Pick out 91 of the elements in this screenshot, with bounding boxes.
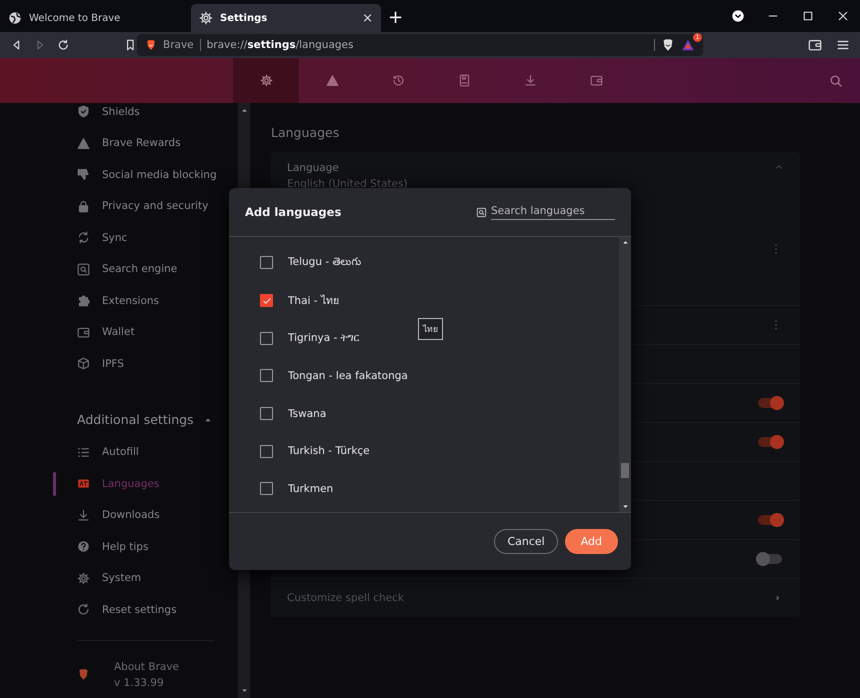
- list-icon: [77, 446, 90, 459]
- wallet-icon: [590, 74, 602, 87]
- setting-value: English (United States): [287, 178, 408, 190]
- cube-icon: [77, 357, 90, 370]
- reload-icon[interactable]: [57, 38, 70, 52]
- reset-icon: [77, 603, 90, 616]
- dialog-title: Add languages: [245, 205, 342, 219]
- triangle-icon[interactable]: [681, 38, 695, 52]
- language-label: Turkmen: [288, 482, 334, 495]
- globe-icon: [8, 11, 22, 25]
- section-title: Languages: [271, 125, 340, 140]
- sidebar-item[interactable]: Reset settings: [53, 594, 238, 626]
- sidebar-item[interactable]: Downloads: [53, 500, 238, 531]
- checkbox[interactable]: [260, 256, 273, 270]
- checkbox[interactable]: [260, 407, 273, 420]
- language-label: Tongan - lea fakatonga: [288, 370, 408, 382]
- dropdown-icon[interactable]: [730, 9, 744, 23]
- language-label: Tswana: [288, 408, 326, 420]
- new-tab-button[interactable]: +: [388, 8, 404, 28]
- scroll-up-icon[interactable]: [240, 107, 248, 114]
- url-text: brave://settings/languages: [206, 39, 354, 51]
- search-icon[interactable]: [829, 74, 843, 88]
- sidebar-item[interactable]: IPFS: [53, 348, 238, 380]
- download-icon: [524, 74, 536, 87]
- history-icon: [392, 74, 404, 87]
- thumbs-down-icon: [77, 168, 90, 182]
- add-button[interactable]: Add: [564, 529, 618, 554]
- lion-icon: [77, 668, 90, 681]
- browser-tab[interactable]: Settings ×: [191, 4, 381, 32]
- sync-icon: [77, 231, 90, 244]
- language-label: Tigrinya - ትግር: [288, 332, 360, 344]
- language-label: Turkish - Türkçe: [288, 445, 370, 458]
- scrollbar-thumb[interactable]: [621, 463, 629, 478]
- chevron-right-icon: [774, 594, 782, 602]
- search-icon: [476, 206, 487, 218]
- sidebar-item[interactable]: Search engine: [53, 254, 238, 285]
- close-tab-button[interactable]: ×: [362, 10, 373, 26]
- language-label: Telugu - తెలుగు: [288, 256, 362, 270]
- download-icon: [77, 508, 90, 522]
- triangle-icon: [326, 74, 338, 87]
- lion-icon: [145, 39, 157, 51]
- close-icon[interactable]: [836, 10, 848, 22]
- bookmark-icon: [458, 74, 470, 87]
- checkbox[interactable]: [260, 482, 273, 496]
- wallet-icon[interactable]: [808, 38, 822, 52]
- puzzle-icon: [77, 294, 90, 308]
- checkbox[interactable]: [260, 369, 273, 382]
- sidebar-item[interactable]: Help tips: [53, 531, 238, 562]
- browser-tab[interactable]: Welcome to Brave: [0, 4, 190, 32]
- settings-icon: [77, 572, 90, 585]
- scrollbar[interactable]: [619, 237, 631, 512]
- sidebar-item[interactable]: Extensions: [53, 285, 238, 316]
- sidebar-item[interactable]: Autofill: [53, 436, 238, 468]
- maximize-icon[interactable]: [802, 10, 814, 22]
- site-label: Brave: [163, 39, 194, 51]
- search-field[interactable]: Search languages: [491, 204, 615, 220]
- scroll-down-icon[interactable]: [622, 503, 628, 510]
- check-icon: [262, 296, 272, 306]
- setting-label: Language: [287, 162, 339, 174]
- about-link[interactable]: About Brave: [114, 660, 180, 672]
- settings-icon: [199, 11, 213, 25]
- triangle-icon: [77, 136, 90, 150]
- scroll-down-icon[interactable]: [240, 687, 248, 694]
- sidebar-item[interactable]: Brave Rewards: [53, 128, 238, 159]
- sidebar-item[interactable]: Wallet: [53, 316, 238, 348]
- sidebar-item[interactable]: Social media blocking: [53, 159, 238, 190]
- settings-icon: [260, 74, 272, 87]
- toggle-switch[interactable]: [758, 554, 782, 564]
- toggle-switch[interactable]: [758, 398, 782, 408]
- cancel-button[interactable]: Cancel: [494, 529, 558, 554]
- shield-icon[interactable]: [661, 38, 675, 52]
- tooltip: ไทย: [418, 318, 443, 340]
- checkbox[interactable]: [260, 444, 273, 458]
- scroll-up-icon[interactable]: [622, 239, 628, 246]
- checkbox[interactable]: [260, 332, 273, 345]
- sidebar-item[interactable]: Privacy and security: [53, 190, 238, 222]
- sidebar-item[interactable]: System: [53, 562, 238, 594]
- toggle-switch[interactable]: [758, 437, 782, 447]
- wallet-icon: [77, 326, 90, 339]
- toggle-switch[interactable]: [758, 515, 782, 525]
- language-icon: [77, 477, 90, 490]
- language-label: Thai - ไทย: [288, 294, 339, 310]
- checkbox[interactable]: [260, 294, 273, 308]
- version-text: v 1.33.99: [114, 676, 165, 688]
- menu-icon[interactable]: [836, 38, 850, 52]
- lock-icon: [77, 200, 90, 213]
- sidebar-item[interactable]: Shields: [53, 96, 238, 128]
- search-icon: [77, 262, 90, 276]
- help-icon: [77, 540, 90, 554]
- section-toggle[interactable]: Additional settings: [53, 402, 238, 436]
- sidebar-item[interactable]: Sync: [53, 222, 238, 254]
